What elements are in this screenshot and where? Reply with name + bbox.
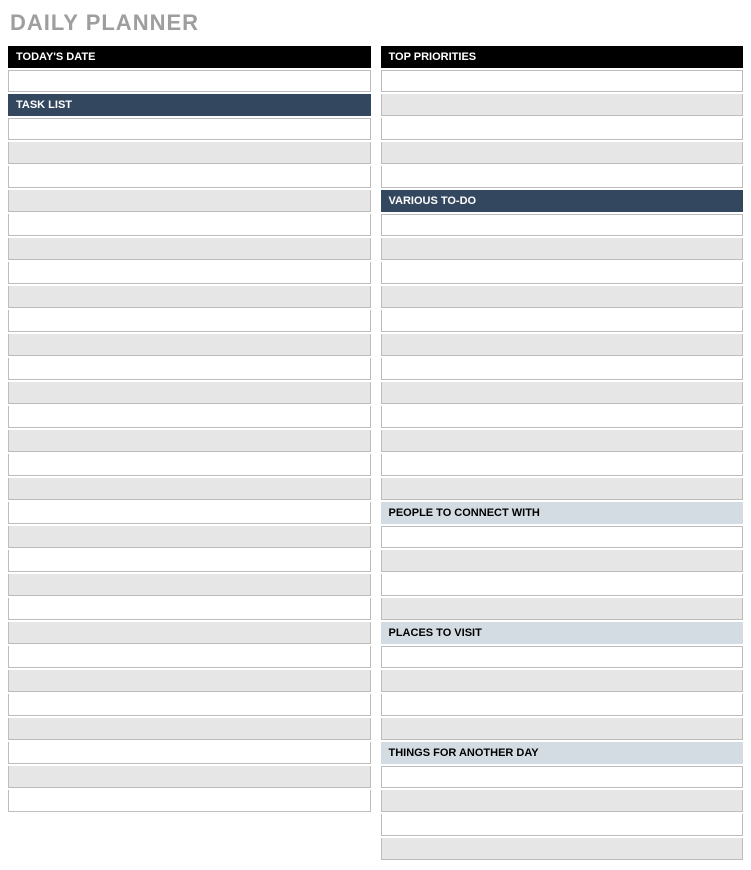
task-row[interactable]	[8, 694, 371, 716]
planner-columns: TODAY'S DATE TASK LIST TOP PRIO	[8, 46, 743, 860]
todo-row[interactable]	[381, 382, 744, 404]
things-row[interactable]	[381, 790, 744, 812]
things-row[interactable]	[381, 814, 744, 836]
task-row[interactable]	[8, 358, 371, 380]
todo-row[interactable]	[381, 262, 744, 284]
task-row[interactable]	[8, 454, 371, 476]
task-row[interactable]	[8, 574, 371, 596]
todays-date-field[interactable]	[8, 70, 371, 92]
priority-row[interactable]	[381, 142, 744, 164]
places-row[interactable]	[381, 670, 744, 692]
todo-row[interactable]	[381, 334, 744, 356]
task-row[interactable]	[8, 622, 371, 644]
things-row[interactable]	[381, 838, 744, 860]
task-row[interactable]	[8, 190, 371, 212]
task-row[interactable]	[8, 550, 371, 572]
task-list-header: TASK LIST	[8, 94, 371, 116]
task-row[interactable]	[8, 406, 371, 428]
top-priorities-header: TOP PRIORITIES	[381, 46, 744, 68]
task-row[interactable]	[8, 430, 371, 452]
todo-row[interactable]	[381, 478, 744, 500]
things-row[interactable]	[381, 766, 744, 788]
task-row[interactable]	[8, 526, 371, 548]
places-header: PLACES TO VISIT	[381, 622, 744, 644]
task-row[interactable]	[8, 142, 371, 164]
task-row[interactable]	[8, 310, 371, 332]
task-row[interactable]	[8, 742, 371, 764]
task-row[interactable]	[8, 502, 371, 524]
task-row[interactable]	[8, 214, 371, 236]
task-row[interactable]	[8, 598, 371, 620]
todo-row[interactable]	[381, 286, 744, 308]
todo-row[interactable]	[381, 238, 744, 260]
priority-row[interactable]	[381, 166, 744, 188]
task-row[interactable]	[8, 286, 371, 308]
todo-row[interactable]	[381, 310, 744, 332]
todo-row[interactable]	[381, 214, 744, 236]
people-row[interactable]	[381, 598, 744, 620]
places-row[interactable]	[381, 718, 744, 740]
task-row[interactable]	[8, 382, 371, 404]
task-row[interactable]	[8, 790, 371, 812]
task-row[interactable]	[8, 166, 371, 188]
task-row[interactable]	[8, 478, 371, 500]
right-column: TOP PRIORITIES VARIOUS TO-DO PEOPLE TO C…	[381, 46, 744, 860]
places-row[interactable]	[381, 646, 744, 668]
task-row[interactable]	[8, 646, 371, 668]
todo-row[interactable]	[381, 358, 744, 380]
various-todo-header: VARIOUS TO-DO	[381, 190, 744, 212]
task-row[interactable]	[8, 670, 371, 692]
people-row[interactable]	[381, 574, 744, 596]
todo-row[interactable]	[381, 454, 744, 476]
task-row[interactable]	[8, 262, 371, 284]
task-row[interactable]	[8, 718, 371, 740]
people-row[interactable]	[381, 526, 744, 548]
places-row[interactable]	[381, 694, 744, 716]
priority-row[interactable]	[381, 70, 744, 92]
left-column: TODAY'S DATE TASK LIST	[8, 46, 371, 860]
people-row[interactable]	[381, 550, 744, 572]
todays-date-header: TODAY'S DATE	[8, 46, 371, 68]
priority-row[interactable]	[381, 94, 744, 116]
todo-row[interactable]	[381, 430, 744, 452]
task-row[interactable]	[8, 766, 371, 788]
things-header: THINGS FOR ANOTHER DAY	[381, 742, 744, 764]
people-header: PEOPLE TO CONNECT WITH	[381, 502, 744, 524]
todo-row[interactable]	[381, 406, 744, 428]
page-title: DAILY PLANNER	[8, 10, 743, 36]
task-row[interactable]	[8, 334, 371, 356]
task-row[interactable]	[8, 238, 371, 260]
task-row[interactable]	[8, 118, 371, 140]
priority-row[interactable]	[381, 118, 744, 140]
